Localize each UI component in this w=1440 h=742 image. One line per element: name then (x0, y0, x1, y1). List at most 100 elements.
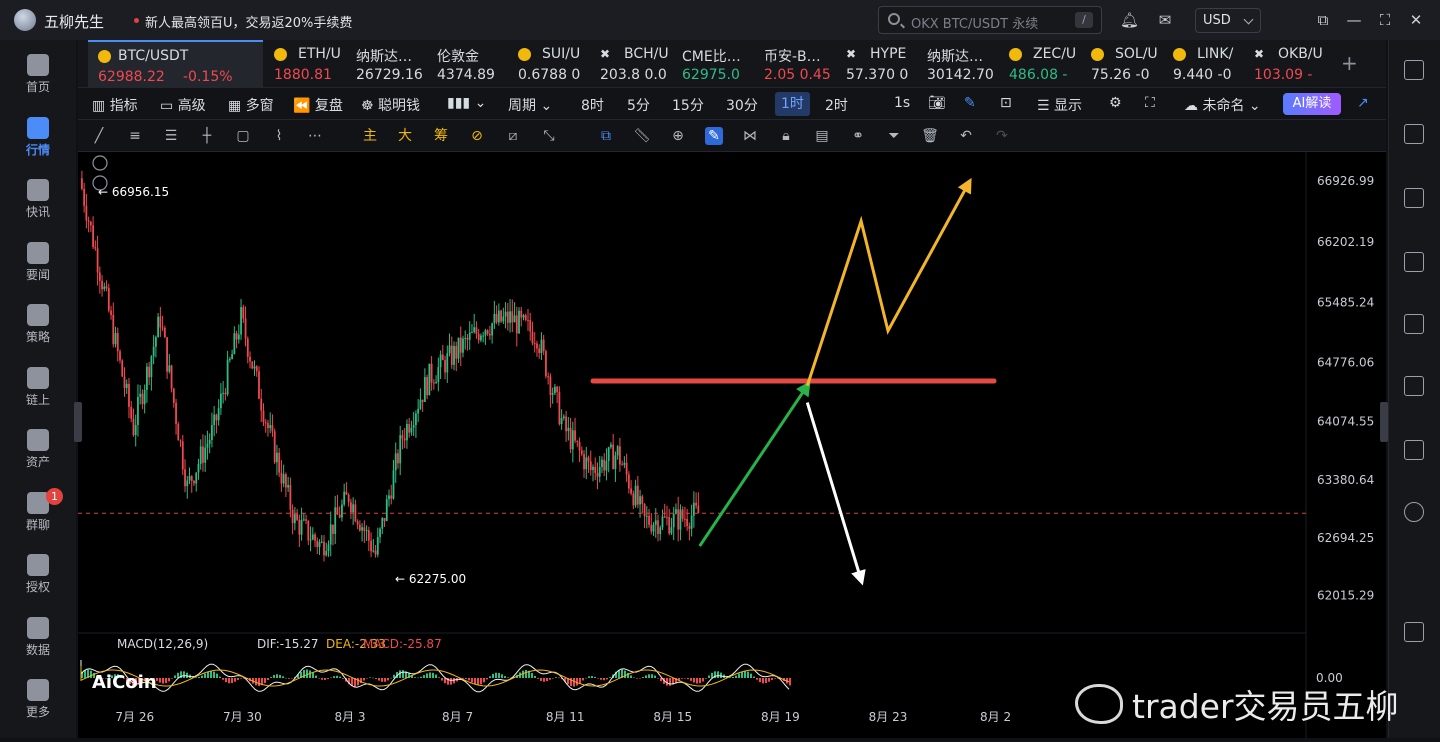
share-icon[interactable]: ↗ (1357, 95, 1369, 111)
undo-icon[interactable]: ↶ (957, 127, 975, 145)
search-input[interactable]: OKX BTC/USDT 永续 / (878, 6, 1102, 34)
magnet-icon[interactable]: ⋈ (741, 127, 759, 145)
pencil-icon[interactable]: ✎ (705, 127, 723, 145)
ticker-zec[interactable]: ZEC/U 486.08 - (1003, 40, 1076, 88)
ticker-hype[interactable]: ✖ HYPE 57.370 0 (840, 40, 912, 88)
period-1h[interactable]: 1时 (775, 92, 810, 116)
dots-icon[interactable]: ⋯ (306, 127, 324, 145)
ai-analysis-button[interactable]: AI解读 (1283, 93, 1341, 115)
ticker-binance[interactable]: 币安-B… 2.05 0.45 (758, 40, 831, 88)
rectangle-icon[interactable]: ▢ (234, 127, 252, 145)
ticker-okb[interactable]: ✖ OKB/U 103.09 - (1248, 40, 1323, 88)
redo-icon[interactable]: ↷ (993, 127, 1011, 145)
multi-window-button[interactable]: ▦ 多窗 (228, 95, 274, 115)
ticker-bch[interactable]: ✖ BCH/U 203.8 0.0 (594, 40, 669, 88)
trend-icon[interactable] (1404, 252, 1424, 272)
horizontal-ray-icon[interactable]: ┼ (198, 127, 216, 145)
nav-assets[interactable]: 资产 (0, 423, 76, 479)
nav-chat[interactable]: 1 群聊 (0, 486, 76, 542)
nav-flash[interactable]: 快讯 (0, 173, 76, 229)
mail-icon[interactable]: ✉ (1156, 11, 1174, 29)
period-1s[interactable]: 1s (894, 95, 910, 111)
ticker-nasdaq[interactable]: 纳斯达… 26729.16 (350, 40, 423, 88)
promo-banner[interactable]: 新人最高领百U，交易返20%手续费 (145, 12, 352, 31)
smart-money-button[interactable]: ☸ 聪明钱 (361, 95, 420, 115)
add-ticker-button[interactable]: + (1341, 51, 1358, 75)
period-2h[interactable]: 2时 (825, 95, 848, 115)
scale-icon[interactable]: ⤡ (540, 127, 558, 145)
nav-onchain[interactable]: 链上 (0, 361, 76, 417)
horizontal-lines-icon[interactable]: ☰ (162, 127, 180, 145)
filter-icon[interactable]: ⏷ (885, 127, 903, 145)
nav-more[interactable]: 更多 (0, 673, 76, 729)
ticker-btc[interactable]: BTC/USDT 62988.22 -0.15% (88, 40, 263, 88)
popout-icon[interactable]: ⧉ (1314, 11, 1332, 29)
etf-icon[interactable] (1404, 376, 1424, 396)
period-8h[interactable]: 8时 (581, 95, 604, 115)
chart-type-select[interactable]: ▮▮▮ ⌄ (447, 95, 486, 111)
ratio-icon[interactable]: ⊘ (468, 127, 486, 145)
bell-icon[interactable]: 🔔︎ (1120, 11, 1139, 29)
ticker-eth[interactable]: ETH/U 1880.81 (268, 40, 341, 88)
monitor-icon[interactable] (1404, 314, 1424, 334)
nav-market[interactable]: 行情 (0, 111, 76, 167)
minimize-icon[interactable]: — (1345, 11, 1363, 29)
big-order-tool[interactable]: 大 (396, 127, 414, 145)
ticker-cme[interactable]: CME比… 62975.0 (676, 40, 748, 88)
candle-body (204, 447, 207, 463)
currency-select[interactable]: USD (1195, 8, 1261, 33)
dollar-icon[interactable] (1404, 188, 1424, 208)
camera-icon[interactable]: 📷︎ (928, 95, 946, 111)
ticker-link[interactable]: LINK/9.440 -0 (1167, 40, 1239, 88)
nav-strategy[interactable]: 策略 (0, 298, 76, 354)
lock-icon[interactable]: 🔒︎ (777, 127, 795, 145)
price-chart[interactable]: 66926.99 66202.19 65485.24 64776.06 64074.55… (74, 152, 1388, 738)
template-icon[interactable]: ▤ (813, 127, 831, 145)
settings-icon[interactable]: ⚙ (1109, 95, 1122, 111)
chip-tool[interactable]: 筹 (432, 127, 450, 145)
layout-name-select[interactable]: ☁ 未命名 ⌄ (1184, 95, 1261, 115)
ticker-gold[interactable]: 伦敦金 4374.89 (431, 40, 503, 88)
candle-body (410, 427, 413, 433)
main-chart-tool[interactable]: 主 (361, 127, 379, 145)
close-icon[interactable]: ✕ (1407, 11, 1425, 29)
list-icon[interactable] (1404, 60, 1424, 80)
indicators-button[interactable]: ▥ 指标 (92, 95, 138, 115)
nav-label: 要闻 (25, 268, 50, 282)
ruler-icon[interactable]: 📏︎ (633, 127, 651, 145)
nav-home[interactable]: 首页 (0, 48, 76, 104)
period-5m[interactable]: 5分 (627, 95, 650, 115)
ticker-sui[interactable]: SUI/U 0.6788 0 (512, 40, 584, 88)
display-button[interactable]: ☰ 显示 (1037, 95, 1082, 115)
maximize-icon[interactable]: ⛶ (1376, 11, 1394, 29)
pen-icon[interactable]: ✎ (964, 95, 976, 111)
period-select[interactable]: 周期 ⌄ (508, 95, 552, 115)
advanced-button[interactable]: ▭ 高级 (160, 95, 206, 115)
nav-data[interactable]: 数据 (0, 611, 76, 667)
crop-icon[interactable]: ⧄ (504, 127, 522, 145)
measure-icon[interactable]: ⌇ (270, 127, 288, 145)
period-15m[interactable]: 15分 (672, 95, 704, 115)
ticker-nasdaq-2[interactable]: 纳斯达… 30142.70 (921, 40, 994, 88)
ticker-sol[interactable]: SOL/U 75.26 -0 (1085, 40, 1158, 88)
add-window-icon[interactable]: ⊡ (1000, 95, 1012, 111)
robot-icon[interactable] (1404, 440, 1424, 460)
left-panel-toggle[interactable] (74, 402, 82, 442)
nav-auth[interactable]: 授权 (0, 548, 76, 604)
document-icon[interactable] (1404, 124, 1424, 144)
replay-button[interactable]: ⏪ 复盘 (293, 95, 343, 115)
right-panel-toggle[interactable] (1380, 402, 1388, 442)
parallel-lines-icon[interactable]: ≡ (126, 127, 144, 145)
exchange-icon[interactable] (1404, 502, 1424, 522)
fullscreen-icon[interactable]: ⛶ (1145, 95, 1155, 111)
trend-line-icon[interactable]: ╱ (90, 127, 108, 145)
collapse-toggle-icon[interactable] (92, 155, 108, 171)
copy-icon[interactable]: ⧉ (597, 127, 615, 145)
macd-histogram-bar (372, 677, 374, 679)
nav-news[interactable]: 要闻 (0, 236, 76, 292)
period-30m[interactable]: 30分 (726, 95, 758, 115)
layout-icon[interactable] (1404, 622, 1424, 642)
zoom-in-icon[interactable]: ⊕ (669, 127, 687, 145)
link-icon[interactable]: ⚭ (849, 127, 867, 145)
trash-icon[interactable]: 🗑︎ (921, 127, 939, 145)
